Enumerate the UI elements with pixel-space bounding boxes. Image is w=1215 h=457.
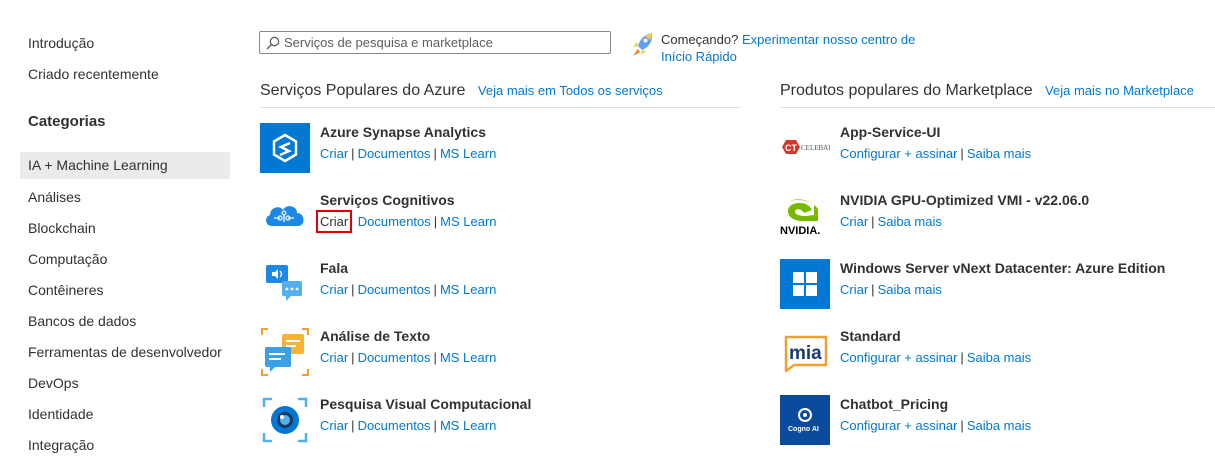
learn-more-link[interactable]: Saiba mais: [878, 282, 942, 297]
marketplace-actions: Configurar + assinar | Saiba mais: [840, 350, 1032, 365]
marketplace-item-app-service-ui: CT CELEBAL App-Service-UI Configurar + a…: [780, 123, 1215, 175]
docs-link[interactable]: Documentos: [358, 350, 431, 365]
service-item-text-analytics: Análise de Texto Criar | Documentos | MS Lea…: [260, 327, 700, 379]
service-actions: Criar | Documentos | MS Learn: [320, 350, 497, 365]
ms-learn-link[interactable]: MS Learn: [440, 146, 496, 161]
marketplace-name[interactable]: Chatbot_Pricing: [840, 396, 948, 412]
svg-text:Cogno AI: Cogno AI: [788, 426, 819, 433]
docs-link[interactable]: Documentos: [358, 214, 431, 229]
svg-text:CELEBAL: CELEBAL: [801, 144, 830, 152]
configure-subscribe-link[interactable]: Configurar + assinar: [840, 146, 957, 161]
service-name[interactable]: Azure Synapse Analytics: [320, 124, 486, 140]
marketplace-item-windows-server: Windows Server vNext Datacenter: Azure E…: [780, 259, 1215, 311]
mia-logo-icon[interactable]: mia: [780, 327, 830, 377]
marketplace-actions: Configurar + assinar | Saiba mais: [840, 146, 1032, 161]
configure-subscribe-link[interactable]: Configurar + assinar: [840, 350, 957, 365]
ms-learn-link[interactable]: MS Learn: [440, 418, 496, 433]
computer-vision-icon[interactable]: [260, 395, 310, 445]
categories-heading: Categorias: [28, 113, 106, 130]
docs-link[interactable]: Documentos: [358, 146, 431, 161]
marketplace-item-standard: mia Standard Configurar + assinar | Saiba …: [780, 327, 1215, 379]
cognitive-services-icon[interactable]: [260, 191, 310, 241]
quickstart-prefix: Começando?: [661, 32, 739, 47]
sidebar-link-introducao[interactable]: Introdução: [28, 35, 94, 51]
service-item-cognitive: Serviços Cognitivos Criar Documentos | MS …: [260, 191, 700, 243]
marketplace-actions: Criar | Saiba mais: [840, 214, 942, 229]
cogno-ai-logo-icon[interactable]: Cogno AI: [780, 395, 830, 445]
synapse-icon[interactable]: [260, 123, 310, 173]
marketplace-name[interactable]: App-Service-UI: [840, 124, 940, 140]
create-link[interactable]: Criar: [840, 214, 868, 229]
marketplace-actions: Criar | Saiba mais: [840, 282, 942, 297]
create-link[interactable]: Criar: [320, 146, 348, 161]
svg-text:CT: CT: [785, 143, 797, 153]
learn-more-link[interactable]: Saiba mais: [967, 146, 1031, 161]
sidebar-item-databases[interactable]: Bancos de dados: [20, 308, 230, 335]
create-link[interactable]: Criar: [840, 282, 868, 297]
service-item-computer-vision: Pesquisa Visual Computacional Criar | Docu…: [260, 395, 700, 447]
search-icon: [266, 36, 280, 49]
service-actions: Criar | Documentos | MS Learn: [320, 418, 497, 433]
service-item-synapse: Azure Synapse Analytics Criar | Documentos…: [260, 123, 700, 175]
popular-services-title: Serviços Populares do Azure: [260, 82, 466, 99]
sidebar-item-compute[interactable]: Computação: [20, 246, 230, 273]
rocket-icon: [633, 33, 653, 56]
sidebar-item-devops[interactable]: DevOps: [20, 370, 230, 397]
marketplace-more-link[interactable]: Veja mais no Marketplace: [1045, 83, 1194, 98]
learn-more-link[interactable]: Saiba mais: [967, 418, 1031, 433]
service-actions: Criar | Documentos | MS Learn: [320, 146, 497, 161]
configure-subscribe-link[interactable]: Configurar + assinar: [840, 418, 957, 433]
sidebar-item-ai-ml[interactable]: IA + Machine Learning: [20, 152, 230, 179]
marketplace-actions: Configurar + assinar | Saiba mais: [840, 418, 1032, 433]
sidebar-item-containers[interactable]: Contêineres: [20, 277, 230, 304]
marketplace-name[interactable]: NVIDIA GPU-Optimized VMI - v22.06.0: [840, 192, 1089, 208]
celebal-logo-icon[interactable]: CT CELEBAL: [780, 123, 830, 173]
marketplace-title: Produtos populares do Marketplace: [780, 82, 1033, 99]
svg-text:NVIDIA.: NVIDIA.: [780, 225, 820, 237]
sidebar-item-analytics[interactable]: Análises: [20, 184, 230, 211]
text-analytics-icon[interactable]: [260, 327, 310, 377]
docs-link[interactable]: Documentos: [358, 282, 431, 297]
sidebar-link-recent[interactable]: Criado recentemente: [28, 66, 159, 82]
nvidia-logo-icon[interactable]: NVIDIA.: [780, 191, 830, 241]
sidebar-item-blockchain[interactable]: Blockchain: [20, 215, 230, 242]
service-actions: Criar | Documentos | MS Learn: [320, 282, 497, 297]
marketplace-name[interactable]: Windows Server vNext Datacenter: Azure E…: [840, 260, 1165, 276]
ms-learn-link[interactable]: MS Learn: [440, 282, 496, 297]
create-link[interactable]: Criar: [320, 418, 348, 433]
learn-more-link[interactable]: Saiba mais: [967, 350, 1031, 365]
service-name[interactable]: Pesquisa Visual Computacional: [320, 396, 531, 412]
create-link[interactable]: Criar: [320, 282, 348, 297]
search-box[interactable]: [259, 31, 611, 54]
service-name[interactable]: Serviços Cognitivos: [320, 192, 455, 208]
ms-learn-link[interactable]: MS Learn: [440, 350, 496, 365]
service-actions: Criar Documentos | MS Learn: [315, 210, 497, 233]
sidebar-item-identity[interactable]: Identidade: [20, 401, 230, 428]
marketplace-header: Produtos populares do Marketplace Veja m…: [780, 82, 1215, 108]
popular-services-header: Serviços Populares do Azure Veja mais em…: [260, 82, 741, 108]
learn-more-link[interactable]: Saiba mais: [878, 214, 942, 229]
speech-icon[interactable]: [260, 259, 310, 309]
marketplace-name[interactable]: Standard: [840, 328, 901, 344]
service-name[interactable]: Análise de Texto: [320, 328, 430, 344]
create-link[interactable]: Criar: [320, 350, 348, 365]
service-item-speech: Fala Criar | Documentos | MS Learn: [260, 259, 700, 311]
windows-logo-icon[interactable]: [780, 259, 830, 309]
sidebar-item-integration[interactable]: Integração: [20, 432, 230, 457]
svg-text:mia: mia: [789, 343, 822, 364]
search-input[interactable]: [284, 35, 604, 50]
service-name[interactable]: Fala: [320, 260, 348, 276]
sidebar-item-dev-tools[interactable]: Ferramentas de desenvolvedor: [20, 339, 230, 366]
ms-learn-link[interactable]: MS Learn: [440, 214, 496, 229]
marketplace-item-nvidia: NVIDIA. NVIDIA GPU-Optimized VMI - v22.0…: [780, 191, 1215, 243]
quickstart-banner: Começando? Experimentar nosso centro de …: [630, 31, 931, 65]
popular-services-more-link[interactable]: Veja mais em Todos os serviços: [478, 83, 663, 98]
marketplace-item-chatbot-pricing: Cogno AI Chatbot_Pricing Configurar + as…: [780, 395, 1215, 447]
docs-link[interactable]: Documentos: [358, 418, 431, 433]
create-link[interactable]: Criar: [315, 210, 353, 233]
